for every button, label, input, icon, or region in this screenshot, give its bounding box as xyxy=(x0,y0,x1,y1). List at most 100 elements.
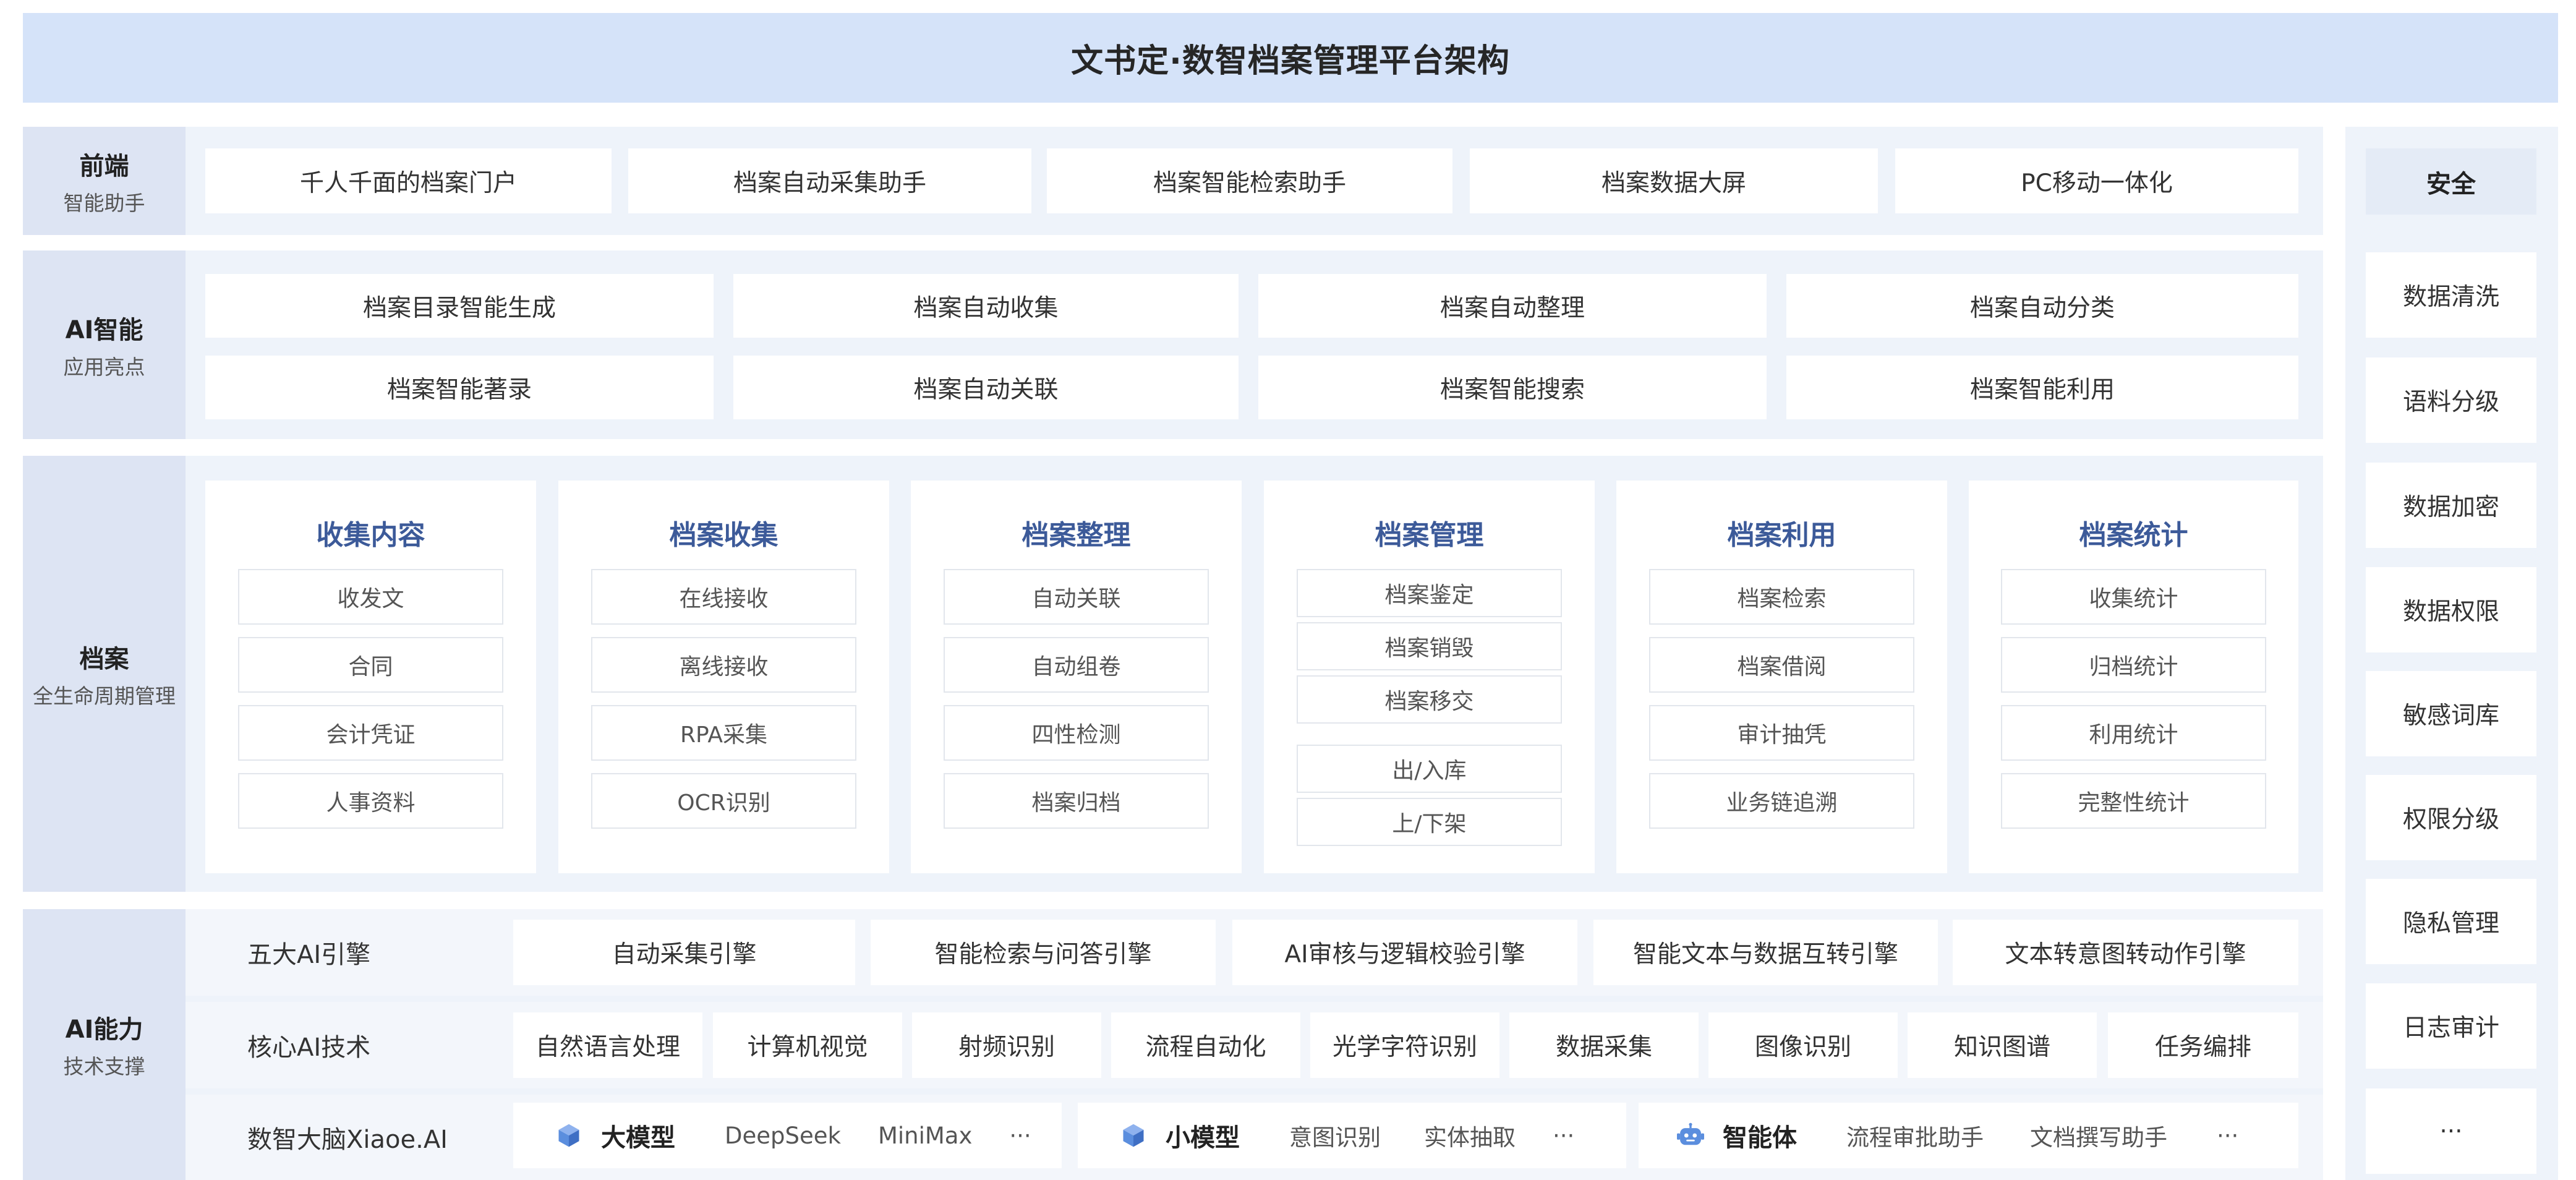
card-item[interactable]: 人事资料 xyxy=(238,773,503,829)
ai-smart-item[interactable]: 档案智能利用 xyxy=(1786,356,2298,419)
model-box-small[interactable]: 小模型 意图识别 实体抽取 ··· xyxy=(1078,1103,1626,1168)
archive-label-sub: 全生命周期管理 xyxy=(33,683,176,708)
security-item[interactable]: ··· xyxy=(2366,1088,2536,1174)
ai-smart-label-sub: 应用亮点 xyxy=(63,354,145,379)
archive-card-statistics: 档案统计 收集统计 归档统计 利用统计 完整性统计 xyxy=(1969,481,2298,873)
card-title: 档案收集 xyxy=(669,519,778,551)
card-item[interactable]: 收发文 xyxy=(238,569,503,625)
card-item[interactable]: 合同 xyxy=(238,637,503,693)
archive-label-main: 档案 xyxy=(79,644,129,673)
card-item[interactable]: 归档统计 xyxy=(2001,637,2266,693)
model-item: 流程审批助手 xyxy=(1846,1124,1984,1151)
card-item[interactable]: 档案移交 xyxy=(1297,675,1562,724)
archive-card-utilization: 档案利用 档案检索 档案借阅 审计抽凭 业务链追溯 xyxy=(1616,481,1947,873)
card-item[interactable]: 自动组卷 xyxy=(944,637,1209,693)
ai-smart-label: AI智能 应用亮点 xyxy=(23,250,186,439)
engine-item[interactable]: 智能检索与问答引擎 xyxy=(871,920,1216,985)
frontend-item[interactable]: 千人千面的档案门户 xyxy=(205,148,612,213)
page-title: 文书定·数智档案管理平台架构 xyxy=(23,13,2558,103)
card-title: 档案利用 xyxy=(1727,519,1836,551)
card-title: 档案管理 xyxy=(1375,519,1484,551)
card-title: 收集内容 xyxy=(316,519,425,551)
cube-icon xyxy=(555,1122,582,1149)
engine-item[interactable]: AI审核与逻辑校验引擎 xyxy=(1232,920,1577,985)
card-item[interactable]: 离线接收 xyxy=(591,637,856,693)
frontend-label-sub: 智能助手 xyxy=(63,190,145,215)
card-item[interactable]: 自动关联 xyxy=(944,569,1209,625)
frontend-label: 前端 智能助手 xyxy=(23,127,186,235)
tech-item[interactable]: 射频识别 xyxy=(912,1012,1101,1078)
frontend-label-main: 前端 xyxy=(79,152,129,181)
tech-item[interactable]: 数据采集 xyxy=(1509,1012,1699,1078)
security-item[interactable]: 数据加密 xyxy=(2366,463,2536,548)
tech-item[interactable]: 图像识别 xyxy=(1708,1012,1898,1078)
tech-item[interactable]: 任务编排 xyxy=(2108,1012,2298,1078)
card-item[interactable]: OCR识别 xyxy=(591,773,856,829)
card-item[interactable]: 档案检索 xyxy=(1649,569,1914,625)
ai-smart-item[interactable]: 档案智能搜索 xyxy=(1258,356,1767,419)
card-item[interactable]: 在线接收 xyxy=(591,569,856,625)
card-item[interactable]: 审计抽凭 xyxy=(1649,705,1914,761)
model-box-agent[interactable]: 智能体 流程审批助手 文档撰写助手 ··· xyxy=(1639,1103,2298,1168)
archive-label: 档案 全生命周期管理 xyxy=(23,456,186,892)
security-item[interactable]: 语料分级 xyxy=(2366,357,2536,443)
archive-card-organize: 档案整理 自动关联 自动组卷 四性检测 档案归档 xyxy=(911,481,1242,873)
model-item: 实体抽取 xyxy=(1424,1124,1516,1151)
card-title: 档案统计 xyxy=(2079,519,2188,551)
archive-card-collect-content: 收集内容 收发文 合同 会计凭证 人事资料 xyxy=(205,481,536,873)
ai-smart-item[interactable]: 档案自动分类 xyxy=(1786,274,2298,338)
card-item[interactable]: 完整性统计 xyxy=(2001,773,2266,829)
security-item[interactable]: 数据权限 xyxy=(2366,567,2536,652)
card-item[interactable]: 收集统计 xyxy=(2001,569,2266,625)
tech-item[interactable]: 计算机视觉 xyxy=(713,1012,902,1078)
tech-item[interactable]: 光学字符识别 xyxy=(1310,1012,1499,1078)
engine-item[interactable]: 自动采集引擎 xyxy=(513,920,855,985)
card-item[interactable]: RPA采集 xyxy=(591,705,856,761)
security-item[interactable]: 数据清洗 xyxy=(2366,252,2536,338)
engine-item[interactable]: 文本转意图转动作引擎 xyxy=(1953,920,2298,985)
robot-icon xyxy=(1677,1122,1704,1149)
security-item[interactable]: 隐私管理 xyxy=(2366,879,2536,964)
security-item[interactable]: 权限分级 xyxy=(2366,775,2536,860)
ai-smart-item[interactable]: 档案自动整理 xyxy=(1258,274,1767,338)
model-item: ··· xyxy=(1009,1122,1031,1149)
frontend-item[interactable]: 档案数据大屏 xyxy=(1470,148,1878,213)
card-item[interactable]: 上/下架 xyxy=(1297,798,1562,846)
card-item[interactable]: 会计凭证 xyxy=(238,705,503,761)
ai-capability-label-sub: 技术支撑 xyxy=(63,1054,145,1079)
frontend-item[interactable]: 档案自动采集助手 xyxy=(628,148,1031,213)
model-box-large[interactable]: 大模型 DeepSeek MiniMax ··· xyxy=(513,1103,1062,1168)
model-item: 意图识别 xyxy=(1289,1124,1381,1151)
archive-card-collection: 档案收集 在线接收 离线接收 RPA采集 OCR识别 xyxy=(558,481,889,873)
tech-item[interactable]: 流程自动化 xyxy=(1111,1012,1300,1078)
ai-capability-label: AI能力 技术支撑 xyxy=(23,909,186,1180)
engine-item[interactable]: 智能文本与数据互转引擎 xyxy=(1593,920,1938,985)
card-item[interactable]: 业务链追溯 xyxy=(1649,773,1914,829)
model-name: 大模型 xyxy=(601,1124,675,1152)
model-name: 智能体 xyxy=(1723,1124,1797,1152)
card-item[interactable]: 档案鉴定 xyxy=(1297,569,1562,617)
brain-label: 数智大脑Xiaoe.AI xyxy=(247,1126,448,1154)
ai-smart-item[interactable]: 档案智能著录 xyxy=(205,356,714,419)
engines-label: 五大AI引擎 xyxy=(247,941,371,969)
security-header: 安全 xyxy=(2366,148,2536,215)
frontend-item[interactable]: 档案智能检索助手 xyxy=(1047,148,1452,213)
cube-icon xyxy=(1120,1122,1147,1149)
ai-capability-label-main: AI能力 xyxy=(65,1015,143,1044)
ai-smart-item[interactable]: 档案目录智能生成 xyxy=(205,274,714,338)
card-item[interactable]: 档案归档 xyxy=(944,773,1209,829)
security-item[interactable]: 日志审计 xyxy=(2366,983,2536,1069)
card-item[interactable]: 四性检测 xyxy=(944,705,1209,761)
archive-card-management: 档案管理 档案鉴定 档案销毁 档案移交 出/入库 上/下架 xyxy=(1264,481,1595,873)
card-item[interactable]: 利用统计 xyxy=(2001,705,2266,761)
card-item[interactable]: 出/入库 xyxy=(1297,745,1562,793)
model-item: ··· xyxy=(1553,1122,1575,1149)
tech-item[interactable]: 自然语言处理 xyxy=(513,1012,702,1078)
card-item[interactable]: 档案借阅 xyxy=(1649,637,1914,693)
frontend-item[interactable]: PC移动一体化 xyxy=(1895,148,2298,213)
security-item[interactable]: 敏感词库 xyxy=(2366,671,2536,756)
card-item[interactable]: 档案销毁 xyxy=(1297,622,1562,670)
tech-item[interactable]: 知识图谱 xyxy=(1908,1012,2097,1078)
ai-smart-item[interactable]: 档案自动收集 xyxy=(733,274,1239,338)
ai-smart-item[interactable]: 档案自动关联 xyxy=(733,356,1239,419)
